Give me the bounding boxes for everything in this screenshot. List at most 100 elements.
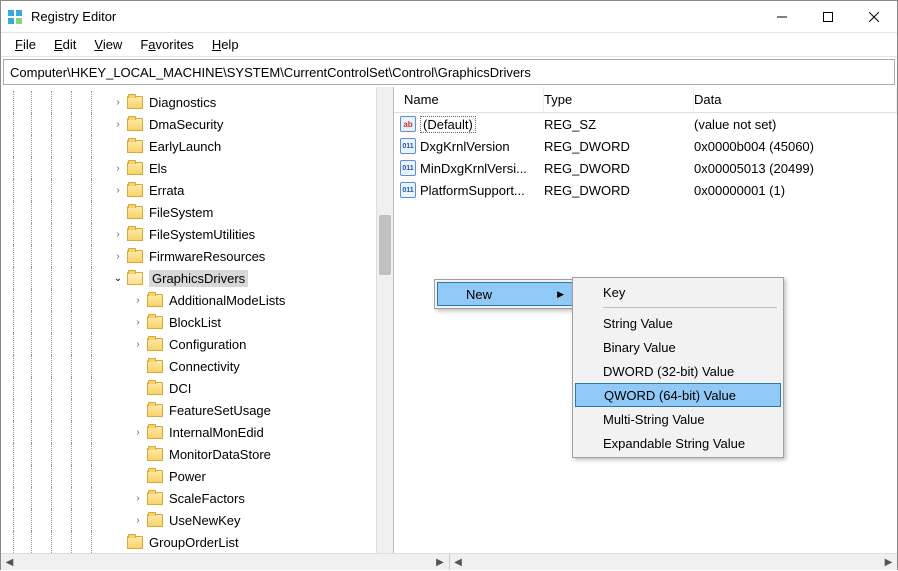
tree-item[interactable]: › AdditionalModeLists [1, 289, 393, 311]
menu-view[interactable]: View [86, 35, 130, 54]
scrollbar-thumb[interactable] [379, 215, 391, 275]
chevron-right-icon[interactable]: › [111, 249, 125, 263]
menu-favorites[interactable]: Favorites [132, 35, 201, 54]
tree-item[interactable]: FileSystem [1, 201, 393, 223]
tree-item[interactable]: FeatureSetUsage [1, 399, 393, 421]
sub-string[interactable]: String Value [575, 311, 781, 335]
value-type: REG_DWORD [544, 183, 694, 198]
menu-help[interactable]: Help [204, 35, 247, 54]
tree-item[interactable]: DCI [1, 377, 393, 399]
tree-item[interactable]: ›FileSystemUtilities [1, 223, 393, 245]
scroll-left-icon-2[interactable]: ◀ [450, 554, 467, 571]
tree-item[interactable]: › FirmwareResources [1, 245, 393, 267]
tree-item-label: FirmwareResources [149, 249, 265, 264]
folder-icon [127, 118, 143, 131]
value-data: 0x00000001 (1) [694, 183, 897, 198]
tree-item[interactable]: ⌄ GraphicsDrivers [1, 267, 393, 289]
folder-icon [127, 206, 143, 219]
col-header-type[interactable]: Type [544, 87, 694, 112]
chevron-right-icon[interactable]: › [131, 293, 145, 307]
list-row[interactable]: 011DxgKrnlVersionREG_DWORD0x0000b004 (45… [394, 135, 897, 157]
list-row[interactable]: 011MinDxgKrnlVersi...REG_DWORD0x00005013… [394, 157, 897, 179]
horizontal-scrollbar[interactable]: ◀ ▶ ◀ ▶ [1, 553, 897, 570]
address-bar[interactable]: Computer\HKEY_LOCAL_MACHINE\SYSTEM\Curre… [3, 59, 895, 85]
sub-expandstring[interactable]: Expandable String Value [575, 431, 781, 455]
scroll-left-icon[interactable]: ◀ [1, 554, 18, 571]
folder-icon [147, 426, 163, 439]
value-data: 0x00005013 (20499) [694, 161, 897, 176]
sub-dword[interactable]: DWORD (32-bit) Value [575, 359, 781, 383]
list-h-track[interactable] [467, 554, 881, 570]
sub-qword[interactable]: QWORD (64-bit) Value [575, 383, 781, 407]
tree-item-label: FeatureSetUsage [169, 403, 271, 418]
menu-file[interactable]: File [7, 35, 44, 54]
tree-item[interactable]: ›UseNewKey [1, 509, 393, 531]
tree-item[interactable]: › InternalMonEdid [1, 421, 393, 443]
menu-edit[interactable]: Edit [46, 35, 84, 54]
content-area: ›Diagnostics›DmaSecurityEarlyLaunch›Els›… [1, 87, 897, 553]
folder-icon [127, 536, 143, 549]
tree-item[interactable]: ›Els [1, 157, 393, 179]
tree-item[interactable]: Connectivity [1, 355, 393, 377]
tree-item-label: ScaleFactors [169, 491, 245, 506]
tree-item[interactable]: MonitorDataStore [1, 443, 393, 465]
chevron-right-icon[interactable]: › [131, 425, 145, 439]
list-body[interactable]: ab(Default)REG_SZ(value not set)011DxgKr… [394, 113, 897, 201]
tree-item[interactable]: ›DmaSecurity [1, 113, 393, 135]
expander-none [131, 403, 145, 417]
context-new[interactable]: New ▶ [437, 282, 573, 306]
tree-item-label: MonitorDataStore [169, 447, 271, 462]
tree-h-track[interactable] [18, 554, 432, 570]
tree-item[interactable]: ›BlockList [1, 311, 393, 333]
chevron-down-icon[interactable]: ⌄ [111, 271, 125, 285]
chevron-right-icon[interactable]: › [131, 337, 145, 351]
tree-item-label: InternalMonEdid [169, 425, 264, 440]
col-header-data[interactable]: Data [694, 87, 897, 112]
chevron-right-icon[interactable]: › [111, 161, 125, 175]
maximize-button[interactable] [805, 1, 851, 33]
scroll-right-icon[interactable]: ▶ [432, 554, 449, 571]
tree-item[interactable]: › Errata [1, 179, 393, 201]
folder-icon [147, 448, 163, 461]
tree-item[interactable]: EarlyLaunch [1, 135, 393, 157]
chevron-right-icon[interactable]: › [111, 117, 125, 131]
list-header[interactable]: Name Type Data [394, 87, 897, 113]
tree-item[interactable]: › Diagnostics [1, 91, 393, 113]
chevron-right-icon[interactable]: › [111, 183, 125, 197]
tree[interactable]: ›Diagnostics›DmaSecurityEarlyLaunch›Els›… [1, 87, 393, 553]
tree-item[interactable]: › ScaleFactors [1, 487, 393, 509]
chevron-right-icon[interactable]: › [111, 227, 125, 241]
minimize-button[interactable] [759, 1, 805, 33]
value-data: 0x0000b004 (45060) [694, 139, 897, 154]
tree-item-label: EarlyLaunch [149, 139, 221, 154]
chevron-right-icon: ▶ [557, 289, 564, 300]
folder-icon [147, 470, 163, 483]
list-row[interactable]: ab(Default)REG_SZ(value not set) [394, 113, 897, 135]
tree-scrollbar[interactable] [376, 87, 393, 553]
tree-item[interactable]: › Configuration [1, 333, 393, 355]
folder-icon [147, 514, 163, 527]
submenu-separator [603, 307, 777, 308]
col-header-name[interactable]: Name [394, 87, 544, 112]
address-text: Computer\HKEY_LOCAL_MACHINE\SYSTEM\Curre… [10, 65, 531, 80]
tree-item[interactable]: GroupOrderList [1, 531, 393, 553]
chevron-right-icon[interactable]: › [131, 513, 145, 527]
tree-item-label: GraphicsDrivers [149, 270, 248, 287]
sub-binary[interactable]: Binary Value [575, 335, 781, 359]
chevron-right-icon[interactable]: › [131, 315, 145, 329]
sub-multistring[interactable]: Multi-String Value [575, 407, 781, 431]
tree-item-label: Configuration [169, 337, 246, 352]
tree-item[interactable]: Power [1, 465, 393, 487]
chevron-right-icon[interactable]: › [131, 491, 145, 505]
tree-item-label: Diagnostics [149, 95, 216, 110]
list-row[interactable]: 011PlatformSupport...REG_DWORD0x00000001… [394, 179, 897, 201]
chevron-right-icon[interactable]: › [111, 95, 125, 109]
tree-item-label: AdditionalModeLists [169, 293, 285, 308]
folder-icon [147, 338, 163, 351]
tree-item-label: GroupOrderList [149, 535, 239, 550]
scroll-right-icon-2[interactable]: ▶ [880, 554, 897, 571]
tree-item-label: FileSystem [149, 205, 213, 220]
tree-item-label: Errata [149, 183, 184, 198]
close-button[interactable] [851, 1, 897, 33]
sub-key[interactable]: Key [575, 280, 781, 304]
